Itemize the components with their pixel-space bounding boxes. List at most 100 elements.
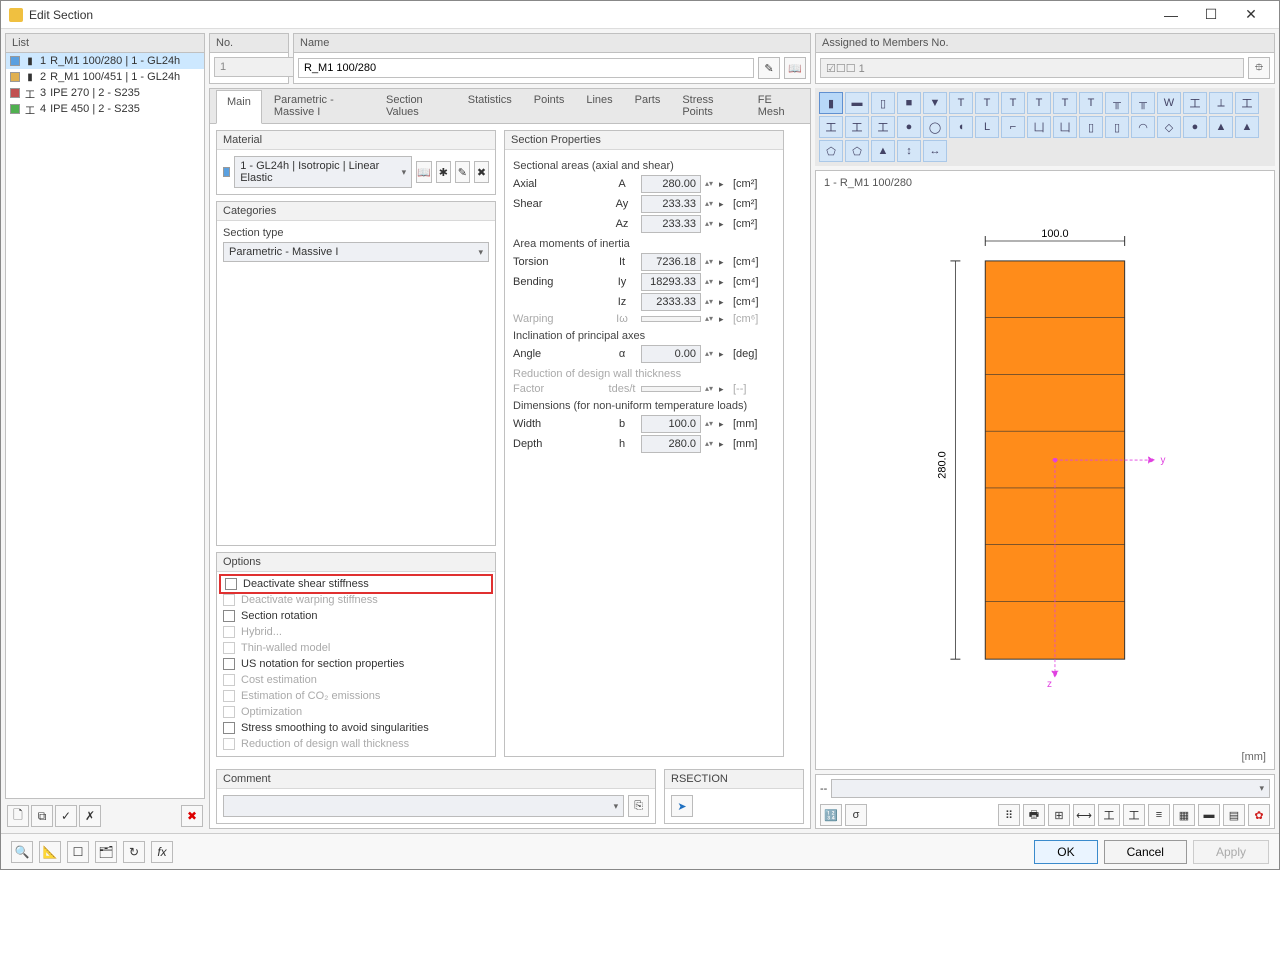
fx-icon[interactable]: fx [151, 841, 173, 863]
include-icon[interactable]: ✓ [55, 805, 77, 827]
new-icon[interactable]: 🗋 [7, 805, 29, 827]
dropdown-arrow-icon[interactable]: ▸ [719, 277, 729, 288]
shape-option[interactable]: ⟂ [1209, 92, 1233, 114]
spinner-icon[interactable]: ▴▾ [705, 279, 715, 285]
prop-value[interactable]: 100.0 [641, 415, 701, 433]
prop-value[interactable]: 7236.18 [641, 253, 701, 271]
assigned-input[interactable] [820, 58, 1244, 78]
shape-option[interactable]: ▯ [871, 92, 895, 114]
shape-option[interactable]: T [949, 92, 973, 114]
show-stress-icon[interactable]: σ [845, 804, 867, 826]
shape-option[interactable]: ■ [897, 92, 921, 114]
option-section-rotation[interactable]: Section rotation [223, 608, 489, 624]
tab-parametric-massive-i[interactable]: Parametric - Massive I [264, 89, 374, 123]
tab-main[interactable]: Main [216, 90, 262, 124]
shape-option[interactable]: ◇ [1157, 116, 1181, 138]
spinner-icon[interactable]: ▴▾ [705, 386, 715, 392]
name-input[interactable] [298, 58, 754, 78]
shape-option[interactable]: 工 [871, 116, 895, 138]
shape-option[interactable]: ╥ [1105, 92, 1129, 114]
material-library-icon[interactable]: 📖 [416, 161, 432, 183]
section-type-dropdown[interactable]: Parametric - Massive I ▾ [223, 242, 489, 262]
shape-option[interactable]: 工 [845, 116, 869, 138]
shape-option[interactable]: ⬠ [819, 140, 843, 162]
pick-members-icon[interactable]: ⯐ [1248, 57, 1270, 79]
shape-option[interactable]: ⬠ [845, 140, 869, 162]
tab-statistics[interactable]: Statistics [458, 89, 522, 123]
shape-option[interactable]: T [1001, 92, 1025, 114]
prop-value[interactable] [641, 386, 701, 392]
shape-option[interactable]: ▲ [1209, 116, 1233, 138]
material-new-icon[interactable]: ✱ [436, 161, 451, 183]
spinner-icon[interactable]: ▴▾ [705, 181, 715, 187]
tab-fe-mesh[interactable]: FE Mesh [748, 89, 804, 123]
shape-option[interactable]: ▯ [1079, 116, 1103, 138]
grid-icon[interactable]: ▦ [1173, 804, 1195, 826]
spinner-icon[interactable]: ▴▾ [705, 351, 715, 357]
apply-button[interactable]: Apply [1193, 840, 1269, 864]
option-us-notation-for-section-properties[interactable]: US notation for section properties [223, 656, 489, 672]
tree-icon[interactable]: 🗂 [95, 841, 117, 863]
spinner-icon[interactable]: ▴▾ [705, 421, 715, 427]
shape-option[interactable]: T [975, 92, 999, 114]
shape-option[interactable]: ◯ [923, 116, 947, 138]
prop-value[interactable]: 233.33 [641, 215, 701, 233]
help-icon[interactable]: 🔍 [11, 841, 33, 863]
shape-option[interactable]: ↕ [897, 140, 921, 162]
material-dropdown[interactable]: 1 - GL24h | Isotropic | Linear Elastic ▾ [234, 156, 412, 188]
print-icon[interactable]: 🖶 [1023, 804, 1045, 826]
section-list-item[interactable]: 工 4 IPE 450 | 2 - S235 [6, 101, 204, 117]
shape-option[interactable]: T [1079, 92, 1103, 114]
shape-option[interactable]: ⌐ [1001, 116, 1025, 138]
prop-value[interactable]: 233.33 [641, 195, 701, 213]
dropdown-arrow-icon[interactable]: ▸ [719, 384, 729, 395]
tab-stress-points[interactable]: Stress Points [672, 89, 745, 123]
shape-option[interactable]: ▬ [845, 92, 869, 114]
section-list-item[interactable]: ▮ 1 R_M1 100/280 | 1 - GL24h [6, 53, 204, 69]
shape-option[interactable]: ◠ [1131, 116, 1155, 138]
prop-value[interactable]: 0.00 [641, 345, 701, 363]
axes-icon[interactable]: ⊞ [1048, 804, 1070, 826]
display-toggle-icon[interactable]: ⠿ [998, 804, 1020, 826]
tab-lines[interactable]: Lines [576, 89, 622, 123]
comment-dropdown[interactable]: ▾ [223, 795, 624, 817]
ok-button[interactable]: OK [1034, 840, 1097, 864]
spinner-icon[interactable]: ▴▾ [705, 441, 715, 447]
rename-icon[interactable]: ✎ [758, 57, 780, 79]
cancel-button[interactable]: Cancel [1104, 840, 1187, 864]
material-delete-icon[interactable]: ✖ [474, 161, 489, 183]
section-list-item[interactable]: ▮ 2 R_M1 100/451 | 1 - GL24h [6, 69, 204, 85]
box-icon[interactable]: ☐ [67, 841, 89, 863]
library-icon[interactable]: 📖 [784, 57, 806, 79]
dropdown-arrow-icon[interactable]: ▸ [719, 179, 729, 190]
prop-value[interactable]: 2333.33 [641, 293, 701, 311]
tab-parts[interactable]: Parts [625, 89, 671, 123]
shape-option[interactable]: ● [1183, 116, 1207, 138]
shape-option[interactable]: ▲ [871, 140, 895, 162]
option-deactivate-shear-stiffness[interactable]: Deactivate shear stiffness [219, 574, 493, 594]
shape-option[interactable]: T [1053, 92, 1077, 114]
section-list-item[interactable]: 工 3 IPE 270 | 2 - S235 [6, 85, 204, 101]
prop-value[interactable]: 280.00 [641, 175, 701, 193]
principal-icon[interactable]: 工 [1098, 804, 1120, 826]
material-edit-icon[interactable]: ✎ [455, 161, 470, 183]
prop-value[interactable]: 18293.33 [641, 273, 701, 291]
shape-option[interactable]: ▯ [1105, 116, 1129, 138]
shape-option[interactable]: 凵 [1053, 116, 1077, 138]
dropdown-arrow-icon[interactable]: ▸ [719, 419, 729, 430]
prop-value[interactable] [641, 316, 701, 322]
dropdown-arrow-icon[interactable]: ▸ [719, 349, 729, 360]
comment-apply-icon[interactable]: ⎘ [628, 795, 649, 817]
dim-icon[interactable]: ⟷ [1073, 804, 1095, 826]
principal2-icon[interactable]: 工 [1123, 804, 1145, 826]
dropdown-arrow-icon[interactable]: ▸ [719, 439, 729, 450]
shape-option[interactable]: L [975, 116, 999, 138]
shape-option[interactable]: 工 [1235, 92, 1259, 114]
numbering-icon[interactable]: ≡ [1148, 804, 1170, 826]
solid-icon[interactable]: ▬ [1198, 804, 1220, 826]
rsection-launch-icon[interactable]: ➤ [671, 795, 693, 817]
refresh-icon[interactable]: ↻ [123, 841, 145, 863]
spinner-icon[interactable]: ▴▾ [705, 299, 715, 305]
spinner-icon[interactable]: ▴▾ [705, 259, 715, 265]
copy-icon[interactable]: ⧉ [31, 805, 53, 827]
